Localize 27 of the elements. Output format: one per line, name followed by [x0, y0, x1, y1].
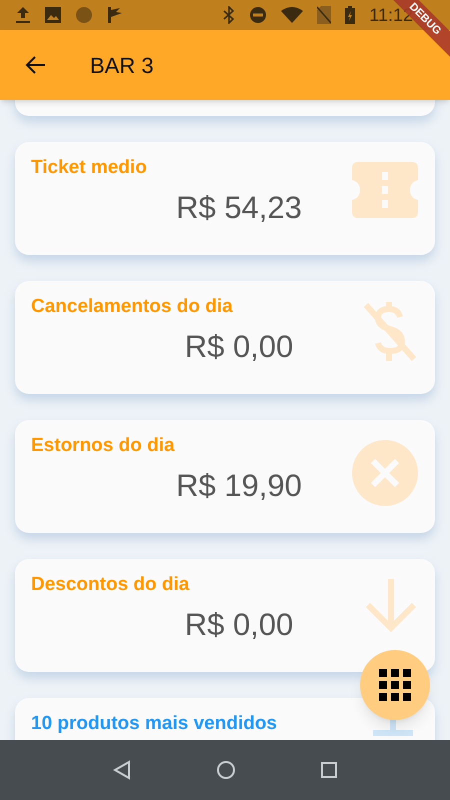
arrow-down-icon: [364, 579, 418, 633]
wifi-icon: [281, 7, 304, 23]
card-value: R$ 0,00: [184, 328, 294, 366]
screen-title: BAR 3: [90, 52, 154, 80]
upload-icon: [15, 6, 31, 24]
back-nav-icon[interactable]: [112, 760, 132, 780]
cancel-icon: [352, 440, 418, 506]
bluetooth-icon: [223, 6, 236, 24]
no-sim-icon: [317, 6, 332, 24]
grid-icon: [379, 669, 411, 701]
circle-icon: [75, 6, 93, 24]
recents-nav-icon[interactable]: [320, 761, 338, 779]
card-value: R$ 19,90: [175, 467, 302, 505]
dollar-off-icon: [362, 301, 418, 363]
home-nav-icon[interactable]: [216, 760, 236, 780]
image-icon: [45, 7, 61, 23]
ticket-icon: [352, 162, 418, 218]
battery-icon: [345, 6, 356, 24]
card-title: 10 produtos mais vendidos: [31, 712, 277, 736]
card-value: R$ 54,23: [175, 189, 302, 227]
do-not-disturb-icon: [249, 6, 268, 24]
card-title: Descontos do dia: [31, 573, 190, 597]
card-title: Cancelamentos do dia: [31, 295, 233, 319]
flag-icon: [107, 7, 123, 23]
card-value: R$ 0,00: [184, 606, 294, 644]
card-title: Ticket medio: [31, 156, 147, 180]
card-title: Estornos do dia: [31, 434, 175, 458]
